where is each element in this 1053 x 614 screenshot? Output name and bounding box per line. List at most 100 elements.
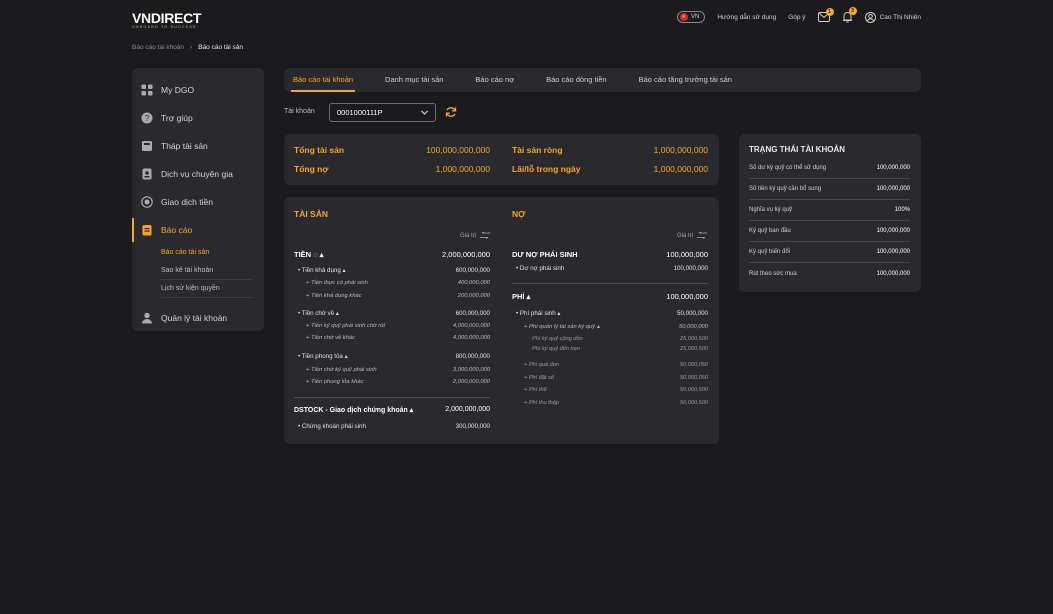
tab-cashflow-report[interactable]: Báo cáo dòng tiền — [546, 68, 606, 92]
breadcrumb-parent[interactable]: Báo cáo tài khoản — [132, 44, 184, 51]
sidebar-item-expert-service[interactable]: Dịch vụ chuyên gia — [132, 160, 264, 188]
status-row: Số tiền ký quỹ cần bổ sung 100,000,000 — [749, 179, 910, 200]
assets-value-header[interactable]: Giá trị — [460, 232, 491, 239]
sidebar-subitem-asset-report[interactable]: Báo cáo tài sản — [161, 244, 253, 262]
sidebar-subitem-rights-history[interactable]: Lịch sử kiện quyền — [161, 280, 253, 298]
logo-text: VNDIRECT — [132, 10, 202, 26]
summary-value: 1,000,000,000 — [653, 145, 708, 155]
caret-up-icon: ▴ — [335, 310, 339, 317]
asset-other-avail-row: + Tiền khả dụng khác 200,000,000 — [306, 293, 490, 299]
sidebar-item-label: Trợ giúp — [161, 113, 193, 123]
status-row: Ký quỹ biến đổi 100,000,000 — [749, 242, 910, 263]
tab-debt-report[interactable]: Báo cáo nợ — [475, 68, 514, 92]
debt-mgmt-fee-label: + Phí quản lý tài sản ký quỹ ▴ — [524, 324, 600, 330]
asset-cash-row[interactable]: TIỀN ◌ ▴ 2,000,000,000 — [294, 250, 490, 259]
asset-deriv-sec-text: Chứng khoán phái sinh — [301, 423, 366, 430]
vn-flag-icon — [680, 13, 688, 21]
svg-text:?: ? — [145, 114, 150, 123]
debt-deriv-row: DƯ NỢ PHÁI SINH 100,000,000 — [512, 250, 708, 259]
language-switch[interactable]: VN — [677, 11, 706, 23]
sidebar-item-asset-tower[interactable]: Tháp tài sản — [132, 132, 264, 160]
status-label: Số dư ký quỹ có thể sử dụng — [749, 165, 827, 171]
summary-net-assets: Tài sản ròng 1,000,000,000 — [512, 145, 708, 155]
sidebar-item-help[interactable]: ? Trợ giúp — [132, 104, 264, 132]
debt-f3-value: 50,000,500 — [680, 387, 708, 393]
report-tabs: Báo cáo tài khoản Danh mục tài sản Báo c… — [284, 68, 921, 92]
account-select[interactable]: 0001000111P — [329, 103, 436, 122]
asset-blocked-row[interactable]: • Tiền phong tỏa ▴ 800,000,000 — [298, 353, 490, 360]
asset-pending-label: • Tiền chờ về ▴ — [298, 310, 339, 317]
debt-f1-label: + Phí quá đơn — [524, 362, 560, 368]
tab-growth-report[interactable]: Báo cáo tăng trưởng tài sản — [639, 68, 732, 92]
notification-button[interactable]: 3 — [842, 7, 857, 23]
asset-blocked-other-text: Tiền phong tỏa khác — [311, 379, 364, 385]
report-icon — [142, 225, 152, 236]
caret-up-icon: ▴ — [409, 407, 414, 414]
vndirect-logo[interactable]: VNDIRECT ONBOARD TO SUCCESS — [132, 10, 201, 29]
debt-value-header[interactable]: Giá trị — [677, 232, 708, 239]
sort-arrows-icon — [697, 232, 708, 239]
debt-mgmt-fee-row[interactable]: + Phí quản lý tài sản ký quỹ ▴ 50,000,00… — [524, 324, 708, 330]
asset-dstock-row[interactable]: DSTOCK - Giao dịch chứng khoán ▴ 2,000,0… — [294, 406, 490, 414]
asset-cash-text: TIỀN — [294, 250, 312, 259]
asset-cash-label: TIỀN ◌ ▴ — [294, 250, 324, 259]
debt-title: NỢ — [512, 209, 526, 219]
sidebar-item-money-transaction[interactable]: Giao dịch tiền — [132, 188, 264, 216]
debt-deriv-fee-row[interactable]: • Phí phái sinh ▴ 50,000,000 — [516, 310, 708, 317]
refresh-button[interactable] — [445, 106, 457, 120]
debt-f4-row: + Phí thu thập 50,000,500 — [524, 400, 708, 406]
debt-deriv-fee-value: 50,000,000 — [677, 310, 708, 317]
asset-deriv-margin-label: + Tiền chờ ký quỹ phái sinh — [306, 367, 377, 373]
sidebar-subitem-statement[interactable]: Sao kê tài khoản — [161, 262, 253, 280]
summary-label: Tài sản ròng — [512, 145, 563, 155]
asset-blocked-label: • Tiền phong tỏa ▴ — [298, 353, 348, 360]
language-label: VN — [691, 14, 700, 20]
logo-tagline: ONBOARD TO SUCCESS — [132, 25, 197, 29]
expert-icon — [142, 168, 152, 180]
debt-deriv-value: 100,000,000 — [666, 250, 708, 259]
asset-pending-row[interactable]: • Tiền chờ về ▴ 600,000,000 — [298, 310, 490, 317]
feedback-link[interactable]: Góp ý — [788, 14, 805, 21]
debt-deriv-sub-row: • Dư nợ phái sinh 100,000,000 — [516, 265, 708, 272]
asset-margin-wait-row: + Tiền ký quỹ phái sinh chờ rút 4,000,00… — [306, 323, 490, 329]
account-status-card: TRẠNG THÁI TÀI KHOẢN Số dư ký quỹ có thể… — [739, 134, 921, 292]
mail-button[interactable]: 1 — [817, 8, 834, 22]
value-header-label: Giá trị — [677, 232, 694, 239]
status-label: Nghĩa vụ ký quỹ — [749, 207, 793, 213]
status-label: Ký quỹ biến đổi — [749, 249, 791, 255]
sidebar-item-label: Quản lý tài khoản — [161, 313, 228, 323]
tab-account-report[interactable]: Báo cáo tài khoản — [290, 68, 356, 92]
tab-portfolio[interactable]: Danh mục tài sản — [385, 68, 443, 92]
status-row: Nghĩa vụ ký quỹ 100% — [749, 200, 910, 221]
sidebar-item-my-dgo[interactable]: My DGO — [132, 76, 264, 104]
summary-value: 1,000,000,000 — [653, 164, 708, 174]
user-name: Cao Thị Nhiên — [879, 13, 921, 21]
debt-f3-text: Phí thế — [528, 387, 547, 393]
asset-other-avail-value: 200,000,000 — [457, 293, 490, 299]
asset-dstock-text: DSTOCK - Giao dịch chứng khoán — [294, 407, 408, 414]
guide-link[interactable]: Hướng dẫn sử dụng — [717, 14, 776, 21]
debt-mgmt-fee-text: Phí quản lý tài sản ký quỹ — [529, 324, 596, 330]
asset-actual-text: Tiền thực có phái sinh — [311, 280, 368, 286]
asset-pending-text: Tiền chờ về — [301, 310, 335, 317]
caret-up-icon: ▴ — [557, 310, 561, 317]
debt-mgmt-fee-value: 50,000,000 — [678, 324, 708, 330]
user-menu[interactable]: Cao Thị Nhiên — [864, 11, 921, 23]
asset-avail-row[interactable]: • Tiền khả dụng ▴ 600,000,000 — [298, 267, 490, 274]
sidebar-item-label: Giao dịch tiền — [161, 197, 213, 207]
asset-blocked-other-label: + Tiền phong tỏa khác — [306, 379, 364, 385]
debt-fee-label: PHÍ ▴ — [512, 292, 530, 301]
sidebar-item-account-management[interactable]: Quản lý tài khoản — [132, 304, 264, 332]
debt-f3-label: + Phí thế — [524, 387, 547, 393]
asset-deriv-margin-row: + Tiền chờ ký quỹ phái sinh 3,000,000,00… — [306, 367, 490, 373]
asset-avail-label: • Tiền khả dụng ▴ — [298, 267, 346, 274]
asset-deriv-margin-value: 3,000,000,000 — [452, 367, 490, 373]
sidebar-item-report[interactable]: Báo cáo — [132, 216, 264, 244]
debt-fee-row[interactable]: PHÍ ▴ 100,000,000 — [512, 292, 708, 301]
asset-cash-value: 2,000,000,000 — [442, 250, 490, 259]
debt-f4-label: + Phí thu thập — [524, 400, 559, 406]
debt-f1-row: + Phí quá đơn 50,000,050 — [524, 362, 708, 368]
debt-f4-value: 50,000,500 — [680, 400, 708, 406]
sort-arrows-icon — [480, 232, 491, 239]
refresh-icon — [445, 107, 457, 117]
